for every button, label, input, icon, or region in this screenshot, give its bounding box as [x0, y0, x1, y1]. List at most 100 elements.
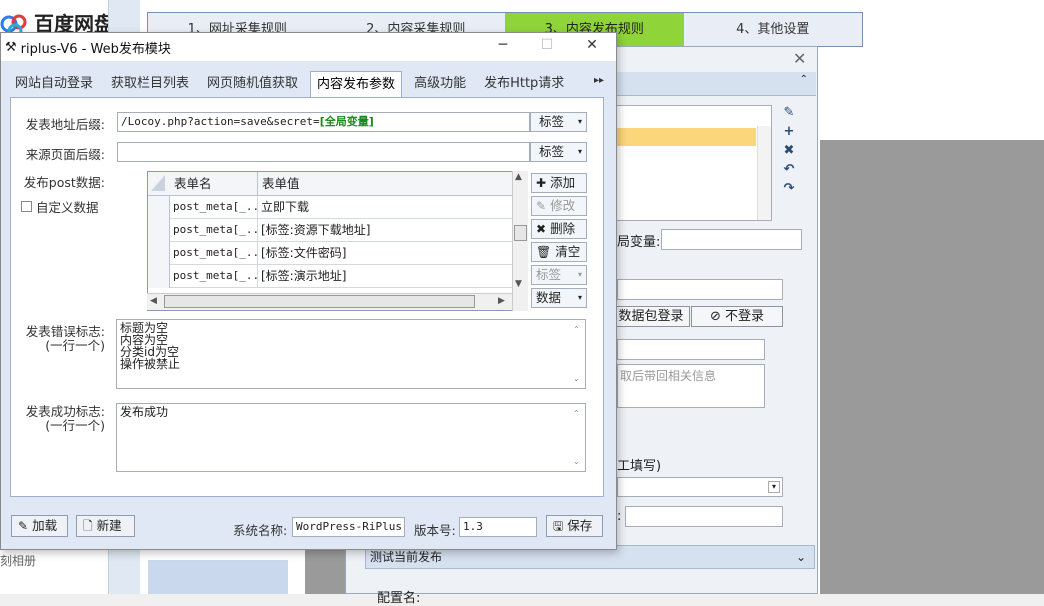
floppy-icon: 🖫 — [553, 519, 564, 533]
tag-dropdown-label: 标签 — [536, 267, 562, 282]
grid-vertical-scrollbar[interactable]: ▲ ▼ — [512, 171, 528, 311]
scroll-up-icon[interactable]: ▲ — [515, 172, 522, 182]
col-header-value[interactable]: 表单值 — [258, 172, 512, 196]
clear-button[interactable]: 🗑 清空 — [531, 242, 587, 262]
collapse-icon[interactable]: ⌃ — [800, 74, 808, 85]
login-packet-button[interactable]: 数据包登录 — [612, 306, 690, 327]
version-label: 版本号: — [414, 523, 456, 538]
undo-icon[interactable]: ↶ — [784, 162, 795, 177]
row-header[interactable] — [148, 265, 170, 288]
table-cell[interactable]: post_meta[_... — [170, 242, 258, 265]
scroll-up-icon[interactable]: ⌃ — [573, 325, 580, 334]
back-list-selected[interactable] — [613, 128, 756, 146]
delete-label: 删除 — [550, 221, 576, 236]
tab-http-request[interactable]: 发布Http请求 — [478, 71, 570, 97]
scrollbar[interactable] — [757, 126, 771, 220]
close-button[interactable]: ✕ — [577, 37, 607, 53]
scroll-down-icon[interactable]: ⌄ — [573, 457, 580, 466]
tab-site-login[interactable]: 网站自动登录 — [9, 71, 99, 97]
scroll-thumb[interactable] — [514, 225, 527, 241]
table-cell[interactable]: 立即下载 — [258, 196, 512, 219]
row-header[interactable] — [148, 196, 170, 219]
colon-label: : — [617, 509, 622, 524]
data-dropdown-label: 数据 — [536, 290, 562, 305]
save-button[interactable]: 🖫 保存 — [546, 515, 603, 537]
system-name-label: 系统名称: — [233, 523, 288, 538]
tab-random-value[interactable]: 网页随机值获取 — [201, 71, 304, 97]
scroll-thumb-h[interactable] — [164, 295, 475, 308]
edit-button[interactable]: ✎ 修改 — [531, 196, 587, 216]
back-input-3[interactable] — [625, 506, 783, 527]
scroll-left-icon[interactable]: ◀ — [150, 296, 157, 306]
table-row[interactable]: post_meta[_... 立即下载 — [148, 196, 512, 219]
table-cell[interactable]: post_meta[_... — [170, 265, 258, 288]
post-data-grid[interactable]: 表单名 表单值 post_meta[_... 立即下载 post_meta[_.… — [147, 171, 528, 311]
tag-label: 标签 — [539, 114, 565, 129]
tab-scroll-icon[interactable]: ▸▸ — [594, 75, 604, 86]
gray-area-right — [820, 140, 1044, 594]
post-url-suffix-input[interactable]: /Locoy.php?action=save&secret=[全局变量] — [117, 112, 530, 132]
post-url-suffix-label: 发表地址后缀: — [25, 117, 105, 132]
system-name-input[interactable]: WordPress-RiPlus — [292, 517, 405, 537]
tag-button-1[interactable]: 标签 ▾ — [530, 112, 587, 132]
table-cell[interactable]: [标签:演示地址] — [258, 265, 512, 288]
scroll-down-icon[interactable]: ⌄ — [573, 374, 580, 383]
version-input[interactable]: 1.3 — [459, 517, 537, 537]
wizard-step-4[interactable]: 4、其他设置 — [684, 13, 863, 46]
global-var-input[interactable] — [661, 229, 802, 250]
no-login-button[interactable]: ⊘ 不登录 — [691, 306, 783, 327]
back-input-2[interactable] — [617, 339, 765, 360]
new-button[interactable]: 🗋 新建 — [76, 515, 135, 537]
pencil-icon: ✎ — [536, 199, 547, 213]
custom-data-checkbox[interactable]: 自定义数据 — [21, 197, 99, 216]
trash-icon: 🗑 — [536, 245, 552, 259]
close-icon[interactable]: ✕ — [793, 49, 806, 68]
table-cell[interactable]: [标签:资源下载地址] — [258, 219, 512, 242]
col-header-name[interactable]: 表单名 — [170, 172, 258, 196]
x-icon[interactable]: ✖ — [784, 143, 795, 158]
source-suffix-input[interactable] — [117, 142, 530, 162]
back-rule-list[interactable] — [612, 105, 772, 221]
table-row[interactable]: post_meta[_... [标签:文件密码] — [148, 242, 512, 265]
table-row[interactable]: post_meta[_... [标签:资源下载地址] — [148, 219, 512, 242]
back-select[interactable]: ▾ — [617, 477, 783, 497]
success-flag-textarea[interactable]: 发布成功 — [116, 403, 586, 472]
tab-category-list[interactable]: 获取栏目列表 — [105, 71, 195, 97]
pencil-icon[interactable]: ✎ — [784, 105, 795, 120]
table-cell[interactable]: post_meta[_... — [170, 196, 258, 219]
add-button[interactable]: ✚ 添加 — [531, 173, 587, 193]
album-text: 刻相册 — [0, 554, 37, 568]
delete-button[interactable]: ✖ 删除 — [531, 219, 587, 239]
document-icon: 🗋 — [83, 519, 93, 533]
load-button[interactable]: ✎ 加载 — [11, 515, 68, 537]
redo-icon[interactable]: ↷ — [784, 181, 795, 196]
tag-button-2[interactable]: 标签 ▾ — [530, 142, 587, 162]
global-var-tag: [全局变量] — [319, 115, 374, 128]
plus-icon[interactable]: + — [784, 124, 795, 139]
row-header[interactable] — [148, 242, 170, 265]
row-header[interactable] — [148, 219, 170, 242]
grid-horizontal-scrollbar[interactable]: ◀ ▶ — [147, 293, 512, 310]
table-cell[interactable]: post_meta[_... — [170, 219, 258, 242]
checkbox-box[interactable] — [21, 201, 32, 212]
maximize-button[interactable]: ☐ — [532, 37, 562, 53]
table-row[interactable]: post_meta[_... [标签:演示地址] — [148, 265, 512, 288]
custom-data-label: 自定义数据 — [36, 200, 99, 215]
data-dropdown-button[interactable]: 数据 ▾ — [531, 288, 587, 308]
chevron-down-icon: ▾ — [768, 481, 780, 493]
grid-corner — [148, 172, 170, 196]
minimize-button[interactable]: ─ — [488, 37, 518, 53]
app-icon: ⚒ — [5, 39, 17, 55]
error-flag-textarea[interactable]: 标题为空 内容为空 分类id为空 操作被禁止 — [116, 319, 586, 389]
tab-advanced[interactable]: 高级功能 — [408, 71, 472, 97]
back-input[interactable] — [617, 279, 783, 300]
publish-module-window: ⚒ riplus-V6 - Web发布模块 ─ ☐ ✕ 网站自动登录 获取栏目列… — [0, 32, 617, 550]
hint-textarea[interactable]: 取后带回相关信息 — [617, 364, 765, 408]
scroll-down-icon[interactable]: ▼ — [515, 279, 522, 289]
scroll-up-icon[interactable]: ⌃ — [573, 409, 580, 418]
tag-dropdown-button[interactable]: 标签 ▾ — [531, 265, 587, 285]
table-cell[interactable]: [标签:文件密码] — [258, 242, 512, 265]
scroll-right-icon[interactable]: ▶ — [498, 296, 505, 306]
test-publish-label: 测试当前发布 — [370, 550, 443, 564]
tab-publish-params[interactable]: 内容发布参数 — [310, 71, 403, 98]
